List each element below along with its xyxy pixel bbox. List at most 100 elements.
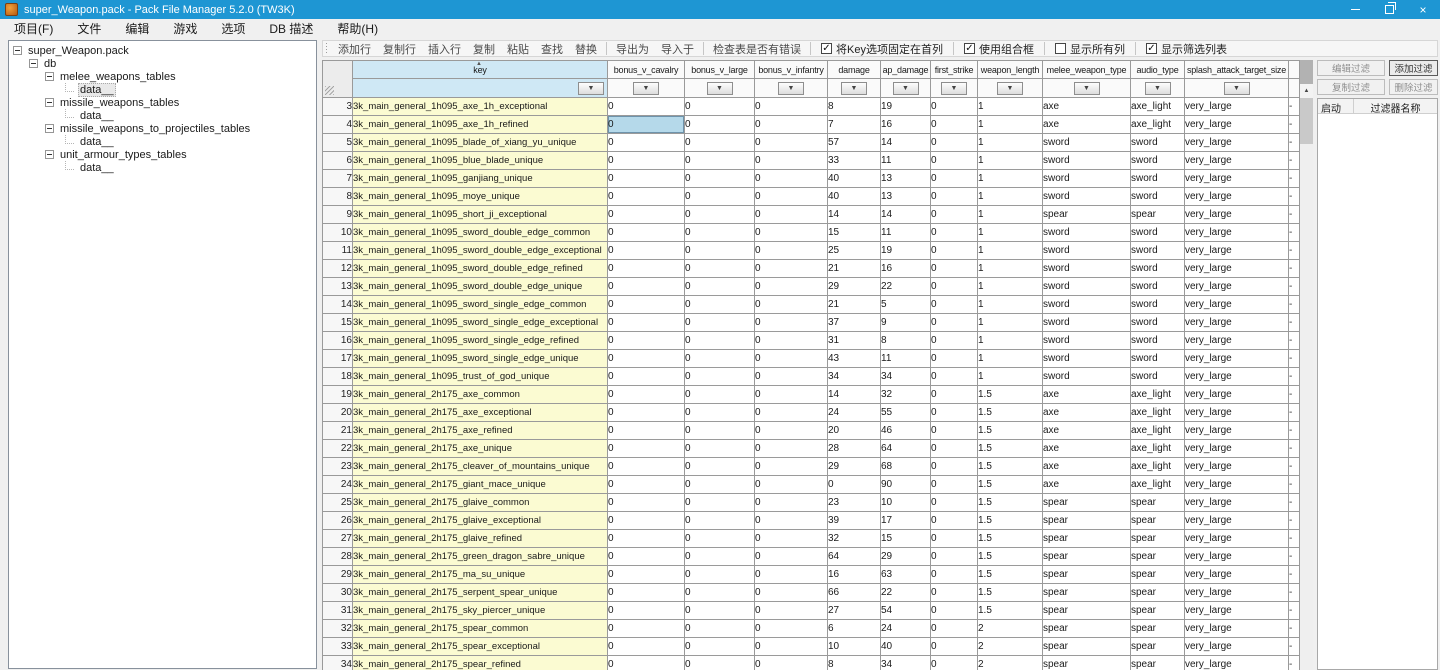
grid-cell[interactable]: very_large: [1185, 170, 1289, 188]
menu-item[interactable]: 选项: [209, 20, 257, 37]
clipped-cell[interactable]: -: [1289, 314, 1300, 332]
row-header[interactable]: 20: [323, 404, 353, 422]
row-header[interactable]: 6: [323, 152, 353, 170]
key-cell[interactable]: 3k_main_general_1h095_short_ji_exception…: [353, 206, 608, 224]
grid-cell[interactable]: very_large: [1185, 584, 1289, 602]
grid-cell[interactable]: axe_light: [1131, 440, 1185, 458]
grid-cell[interactable]: 0: [755, 584, 828, 602]
grid-cell[interactable]: 40: [828, 188, 881, 206]
grid-cell[interactable]: 0: [755, 476, 828, 494]
grid-cell[interactable]: very_large: [1185, 332, 1289, 350]
tree-node[interactable]: data__: [9, 109, 316, 122]
grid-cell[interactable]: axe: [1043, 458, 1131, 476]
grid-cell[interactable]: 0: [755, 116, 828, 134]
grid-cell[interactable]: 22: [881, 278, 931, 296]
grid-cell[interactable]: 1: [978, 170, 1043, 188]
grid-cell[interactable]: very_large: [1185, 638, 1289, 656]
row-header[interactable]: 10: [323, 224, 353, 242]
grid-cell[interactable]: 43: [828, 350, 881, 368]
tree-node[interactable]: missile_weapons_tables: [9, 96, 316, 109]
grid-cell[interactable]: 20: [828, 422, 881, 440]
grid-cell[interactable]: 1: [978, 242, 1043, 260]
grid-cell[interactable]: very_large: [1185, 296, 1289, 314]
grid-cell[interactable]: 0: [755, 170, 828, 188]
key-cell[interactable]: 3k_main_general_2h175_axe_exceptional: [353, 404, 608, 422]
grid-cell[interactable]: sword: [1131, 242, 1185, 260]
grid-cell[interactable]: very_large: [1185, 602, 1289, 620]
key-cell[interactable]: 3k_main_general_1h095_sword_double_edge_…: [353, 242, 608, 260]
row-header[interactable]: 23: [323, 458, 353, 476]
filter-dropdown-button[interactable]: ▼: [633, 82, 659, 95]
grid-cell[interactable]: 0: [685, 368, 755, 386]
grid-cell[interactable]: 23: [828, 494, 881, 512]
grid-cell[interactable]: 0: [755, 530, 828, 548]
tree-expander-icon[interactable]: [45, 98, 54, 107]
grid-cell[interactable]: 1: [978, 278, 1043, 296]
grid-cell[interactable]: spear: [1131, 206, 1185, 224]
grid-cell[interactable]: 0: [755, 98, 828, 116]
key-cell[interactable]: 3k_main_general_2h175_axe_common: [353, 386, 608, 404]
grid-cell[interactable]: 0: [755, 386, 828, 404]
grid-cell[interactable]: 40: [828, 170, 881, 188]
grid-cell[interactable]: 29: [828, 458, 881, 476]
grid-cell[interactable]: 0: [755, 458, 828, 476]
grid-cell[interactable]: 0: [608, 512, 685, 530]
grid-cell[interactable]: 0: [608, 656, 685, 670]
grid-cell[interactable]: 0: [685, 170, 755, 188]
toolbar-button[interactable]: 粘贴: [501, 41, 535, 57]
grid-cell[interactable]: 90: [881, 476, 931, 494]
grid-cell[interactable]: 0: [685, 224, 755, 242]
grid-cell[interactable]: 0: [931, 296, 978, 314]
grid-cell[interactable]: sword: [1043, 152, 1131, 170]
grid-cell[interactable]: very_large: [1185, 656, 1289, 670]
grid-cell[interactable]: axe_light: [1131, 98, 1185, 116]
grid-cell[interactable]: 0: [755, 314, 828, 332]
grid-cell[interactable]: sword: [1043, 332, 1131, 350]
grid-cell[interactable]: 0: [931, 332, 978, 350]
clipped-cell[interactable]: -: [1289, 278, 1300, 296]
grid-cell[interactable]: sword: [1131, 350, 1185, 368]
grid-cell[interactable]: 0: [931, 152, 978, 170]
key-cell[interactable]: 3k_main_general_2h175_axe_unique: [353, 440, 608, 458]
clipped-cell[interactable]: -: [1289, 368, 1300, 386]
grid-cell[interactable]: spear: [1043, 512, 1131, 530]
row-header[interactable]: 22: [323, 440, 353, 458]
clipped-cell[interactable]: -: [1289, 548, 1300, 566]
grid-cell[interactable]: 0: [931, 386, 978, 404]
grid-cell[interactable]: 0: [931, 278, 978, 296]
grid-cell[interactable]: 0: [931, 260, 978, 278]
clipped-cell[interactable]: -: [1289, 440, 1300, 458]
grid-cell[interactable]: 0: [931, 242, 978, 260]
grid-cell[interactable]: sword: [1131, 260, 1185, 278]
grid-cell[interactable]: sword: [1131, 368, 1185, 386]
grid-cell[interactable]: sword: [1131, 332, 1185, 350]
grid-cell[interactable]: spear: [1131, 584, 1185, 602]
toolbar-button[interactable]: 替换: [569, 41, 603, 57]
grid-cell[interactable]: 0: [608, 224, 685, 242]
grid-cell[interactable]: 0: [931, 314, 978, 332]
key-cell[interactable]: 3k_main_general_2h175_axe_refined: [353, 422, 608, 440]
grid-cell[interactable]: 16: [881, 116, 931, 134]
grid-cell[interactable]: 0: [608, 134, 685, 152]
grid-cell[interactable]: 1.5: [978, 386, 1043, 404]
grid-cell[interactable]: 0: [685, 350, 755, 368]
filter-dropdown-button[interactable]: ▼: [997, 82, 1023, 95]
restore-button[interactable]: [1372, 0, 1406, 19]
grid-cell[interactable]: spear: [1043, 530, 1131, 548]
grid-cell[interactable]: 0: [755, 440, 828, 458]
grid-cell[interactable]: 2: [978, 656, 1043, 670]
menu-item[interactable]: 项目(F): [2, 20, 65, 37]
grid-cell[interactable]: very_large: [1185, 206, 1289, 224]
clipped-cell[interactable]: -: [1289, 638, 1300, 656]
toolbar-button[interactable]: 查找: [535, 41, 569, 57]
grid-cell[interactable]: 0: [931, 422, 978, 440]
grid-cell[interactable]: 1: [978, 368, 1043, 386]
filter-dropdown-button[interactable]: ▼: [778, 82, 804, 95]
toolbar-button[interactable]: 复制: [467, 41, 501, 57]
key-cell[interactable]: 3k_main_general_1h095_sword_single_edge_…: [353, 350, 608, 368]
grid-cell[interactable]: sword: [1043, 368, 1131, 386]
row-header[interactable]: 9: [323, 206, 353, 224]
grid-cell[interactable]: very_large: [1185, 422, 1289, 440]
row-header[interactable]: 7: [323, 170, 353, 188]
grid-cell[interactable]: very_large: [1185, 116, 1289, 134]
